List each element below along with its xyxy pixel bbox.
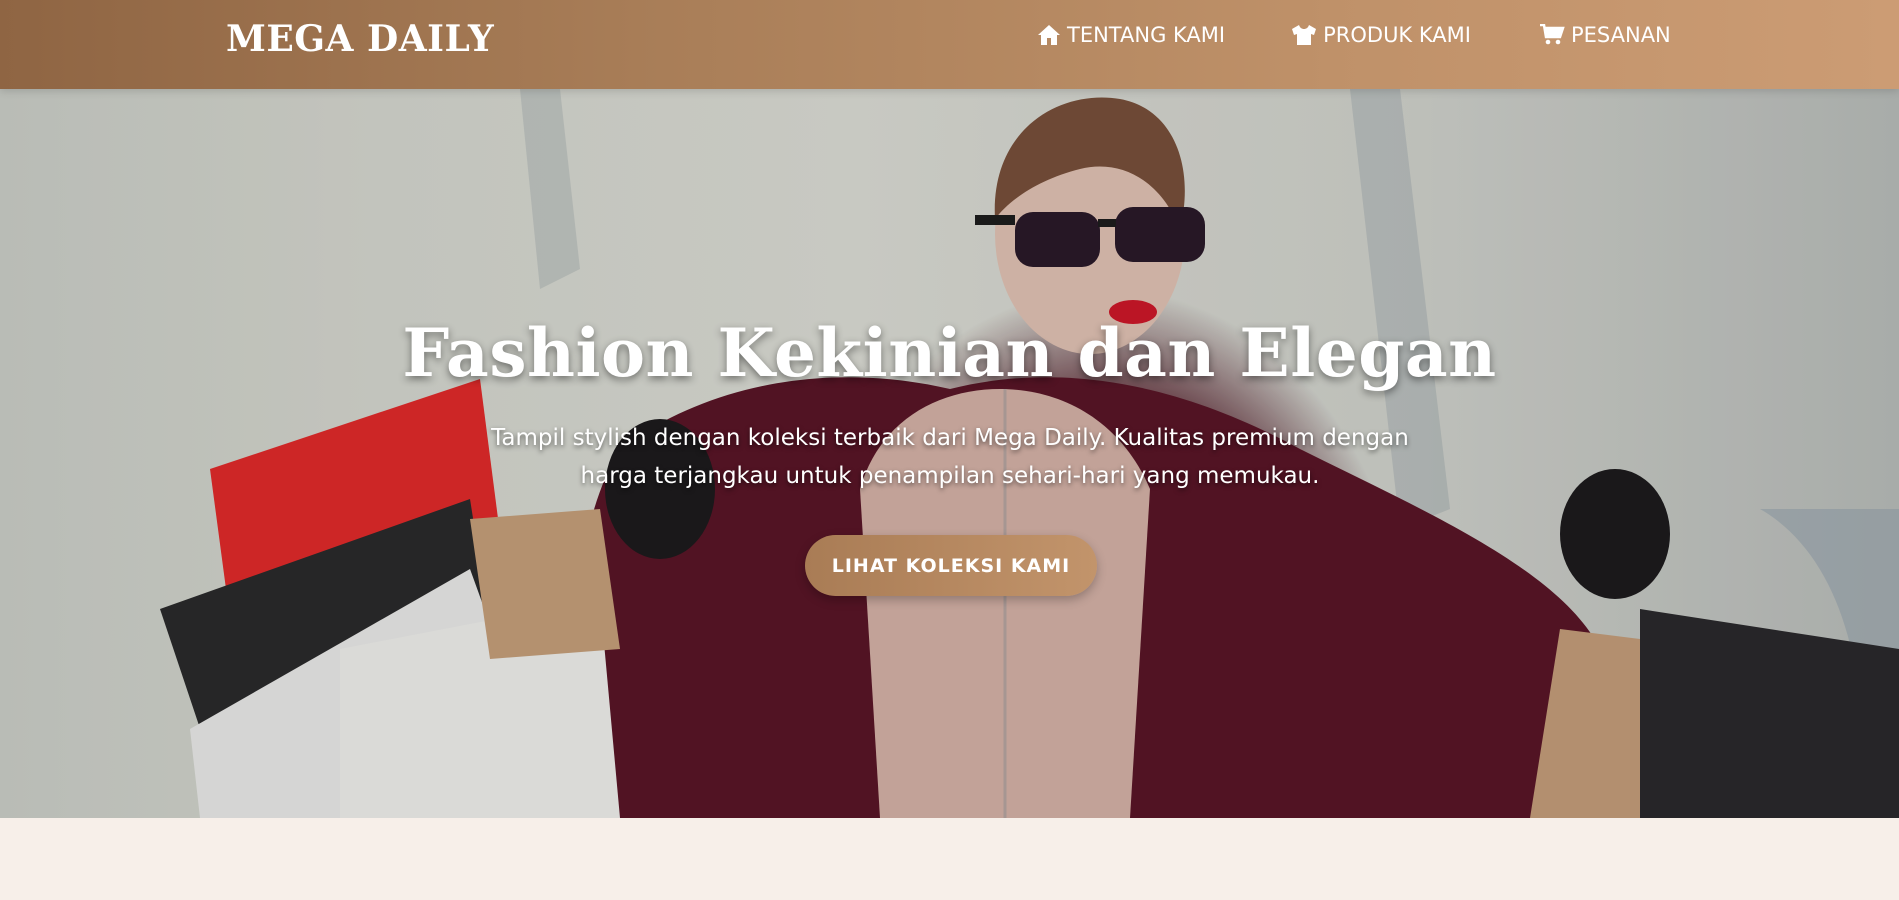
nav-item-tentang-kami[interactable]: TENTANG KAMI [1037,23,1225,47]
nav-item-label: TENTANG KAMI [1067,23,1226,47]
nav-item-label: PRODUK KAMI [1323,23,1471,47]
hero-subtitle: Tampil stylish dengan koleksi terbaik da… [491,425,1409,489]
nav-item-pesanan[interactable]: PESANAN [1539,23,1671,47]
top-navbar: MEGA DAILY TENTANG KAMI PRODUK KAMI PESA… [0,0,1899,89]
hero-title: Fashion Kekinian dan Elegan [402,314,1497,392]
content-section [0,818,1899,882]
hero-banner: Fashion Kekinian dan Elegan Tampil styli… [0,89,1899,818]
view-collection-button[interactable]: LIHAT KOLEKSI KAMI [805,535,1097,596]
nav-item-produk-kami[interactable]: PRODUK KAMI [1291,23,1471,47]
tshirt-icon [1291,24,1317,46]
nav-item-label: PESANAN [1570,23,1671,47]
main-nav: TENTANG KAMI PRODUK KAMI PESANAN [1037,20,1671,50]
cart-icon [1539,24,1565,46]
brand-logo[interactable]: MEGA DAILY [226,18,494,60]
home-icon [1037,24,1061,46]
